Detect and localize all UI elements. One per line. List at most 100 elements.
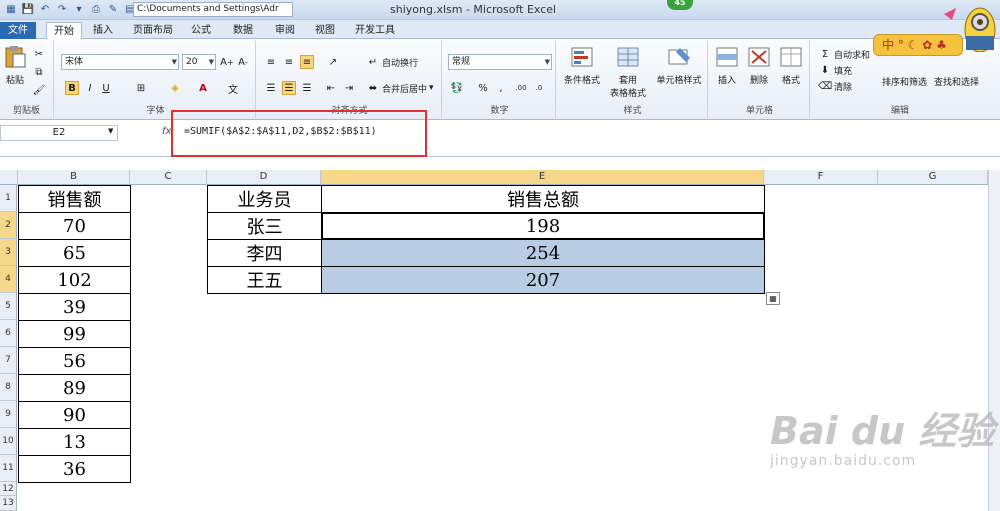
undo-icon[interactable]: ↶ xyxy=(38,2,52,16)
align-bottom-icon[interactable]: ≡ xyxy=(300,55,314,69)
conditional-format-button[interactable]: 条件格式 xyxy=(560,45,604,86)
column-header-b[interactable]: B xyxy=(18,170,130,185)
bold-button[interactable]: B xyxy=(65,81,79,95)
cell-d4[interactable]: 王五 xyxy=(207,266,322,294)
tab-data[interactable]: 数据 xyxy=(226,22,260,39)
italic-button[interactable]: I xyxy=(83,81,97,95)
tab-insert[interactable]: 插入 xyxy=(86,22,120,39)
align-left-icon[interactable]: ☰ xyxy=(264,81,278,95)
shrink-font-icon[interactable]: A- xyxy=(236,55,250,69)
underline-button[interactable]: U xyxy=(99,81,113,95)
cell-d3[interactable]: 李四 xyxy=(207,239,322,267)
row-header[interactable]: 4 xyxy=(0,266,17,293)
font-color-icon[interactable]: A xyxy=(196,81,210,95)
copy-icon[interactable]: ⧉ xyxy=(32,65,46,79)
name-box[interactable]: E2 xyxy=(0,125,118,141)
format-painter-icon[interactable]: 🖌 xyxy=(32,83,46,97)
cell-b8[interactable]: 89 xyxy=(18,374,131,402)
cell-b9[interactable]: 90 xyxy=(18,401,131,429)
file-path-box[interactable]: C:\Documents and Settings\Adr xyxy=(133,2,293,17)
row-header[interactable]: 10 xyxy=(0,428,17,455)
fill-color-icon[interactable]: ◈ xyxy=(168,81,182,95)
row-header[interactable]: 11 xyxy=(0,455,17,482)
cell-b4[interactable]: 102 xyxy=(18,266,131,294)
currency-icon[interactable]: 💱 xyxy=(450,81,464,95)
row-header[interactable]: 2 xyxy=(0,212,17,239)
column-header-c[interactable]: C xyxy=(130,170,207,185)
sort-filter-button[interactable]: 排序和筛选 xyxy=(882,75,927,88)
tab-formulas[interactable]: 公式 xyxy=(184,22,218,39)
tab-view[interactable]: 视图 xyxy=(308,22,342,39)
chevron-down-icon[interactable]: ▼ xyxy=(108,127,113,135)
dropdown-icon[interactable]: ▾ xyxy=(72,2,86,16)
row-header[interactable]: 6 xyxy=(0,320,17,347)
orientation-icon[interactable]: ↗ xyxy=(326,55,340,69)
row-header[interactable]: 3 xyxy=(0,239,17,266)
fill-button[interactable]: ⬇ 填充 xyxy=(818,63,852,77)
row-header[interactable]: 12 xyxy=(0,482,17,496)
column-header-d[interactable]: D xyxy=(207,170,321,185)
format-cells-button[interactable]: 格式 xyxy=(776,45,806,86)
cell-b5[interactable]: 39 xyxy=(18,293,131,321)
align-right-icon[interactable]: ☰ xyxy=(300,81,314,95)
cell-d1[interactable]: 业务员 xyxy=(207,185,322,213)
tab-page-layout[interactable]: 页面布局 xyxy=(128,22,178,39)
increase-indent-icon[interactable]: ⇥ xyxy=(342,81,356,95)
format-painter-icon[interactable]: ✎ xyxy=(106,2,120,16)
percent-button[interactable]: % xyxy=(476,81,490,95)
cell-d2[interactable]: 张三 xyxy=(207,212,322,240)
cell-b1[interactable]: 销售额 xyxy=(18,185,131,213)
insert-cells-button[interactable]: 插入 xyxy=(712,45,742,86)
row-header[interactable]: 13 xyxy=(0,496,17,511)
redo-icon[interactable]: ↷ xyxy=(55,2,69,16)
cell-b6[interactable]: 99 xyxy=(18,320,131,348)
number-format-select[interactable]: 常规 ▼ xyxy=(448,54,552,70)
delete-cells-button[interactable]: 删除 xyxy=(744,45,774,86)
cut-icon[interactable]: ✂ xyxy=(32,47,46,61)
cell-e2[interactable]: 198 xyxy=(321,212,765,240)
tab-file[interactable]: 文件 xyxy=(0,22,36,39)
align-top-icon[interactable]: ≡ xyxy=(264,55,278,69)
print-icon[interactable]: ⎙ xyxy=(89,2,103,16)
wrap-text-button[interactable]: ↵ 自动换行 xyxy=(366,55,418,69)
grow-font-icon[interactable]: A + xyxy=(220,55,234,69)
decrease-decimal-icon[interactable]: .0 xyxy=(532,81,546,95)
paste-options-icon[interactable]: ▦ xyxy=(766,292,780,305)
font-name-select[interactable]: 宋体 ▼ xyxy=(61,54,179,70)
tab-home[interactable]: 开始 xyxy=(46,22,82,39)
font-size-select[interactable]: 20 ▼ xyxy=(182,54,216,70)
select-all-corner[interactable] xyxy=(0,170,18,185)
tab-developer[interactable]: 开发工具 xyxy=(350,22,400,39)
cell-b3[interactable]: 65 xyxy=(18,239,131,267)
save-icon[interactable]: 💾 xyxy=(21,2,35,16)
column-header-g[interactable]: G xyxy=(878,170,988,185)
cell-e1[interactable]: 销售总额 xyxy=(321,185,765,213)
paste-button[interactable]: 粘贴 xyxy=(2,45,28,86)
phonetic-icon[interactable]: 文 xyxy=(226,81,240,96)
cell-b10[interactable]: 13 xyxy=(18,428,131,456)
cell-b11[interactable]: 36 xyxy=(18,455,131,483)
align-center-icon[interactable]: ☰ xyxy=(282,81,296,95)
cell-b2[interactable]: 70 xyxy=(18,212,131,240)
clear-button[interactable]: ⌫ 清除 xyxy=(818,79,852,93)
cell-e3[interactable]: 254 xyxy=(321,239,765,267)
format-as-table-button[interactable]: 套用 表格格式 xyxy=(604,45,652,99)
cell-e4[interactable]: 207 xyxy=(321,266,765,294)
find-select-button[interactable]: 查找和选择 xyxy=(934,75,979,88)
tab-review[interactable]: 审阅 xyxy=(268,22,302,39)
border-icon[interactable]: ⊞ xyxy=(134,81,148,95)
comma-button[interactable]: , xyxy=(494,81,508,95)
row-header[interactable]: 5 xyxy=(0,293,17,320)
row-header[interactable]: 8 xyxy=(0,374,17,401)
row-header[interactable]: 1 xyxy=(0,185,17,212)
increase-decimal-icon[interactable]: .00 xyxy=(514,81,528,95)
column-header-f[interactable]: F xyxy=(764,170,878,185)
cell-styles-button[interactable]: 单元格样式 xyxy=(652,45,706,86)
autosum-button[interactable]: Σ 自动求和 xyxy=(818,47,870,61)
row-header[interactable]: 9 xyxy=(0,401,17,428)
cell-b7[interactable]: 56 xyxy=(18,347,131,375)
merge-center-button[interactable]: ⬌ 合并后居中 ▾ xyxy=(366,81,434,95)
column-header-e[interactable]: E xyxy=(321,170,764,185)
row-header[interactable]: 7 xyxy=(0,347,17,374)
decrease-indent-icon[interactable]: ⇤ xyxy=(324,81,338,95)
